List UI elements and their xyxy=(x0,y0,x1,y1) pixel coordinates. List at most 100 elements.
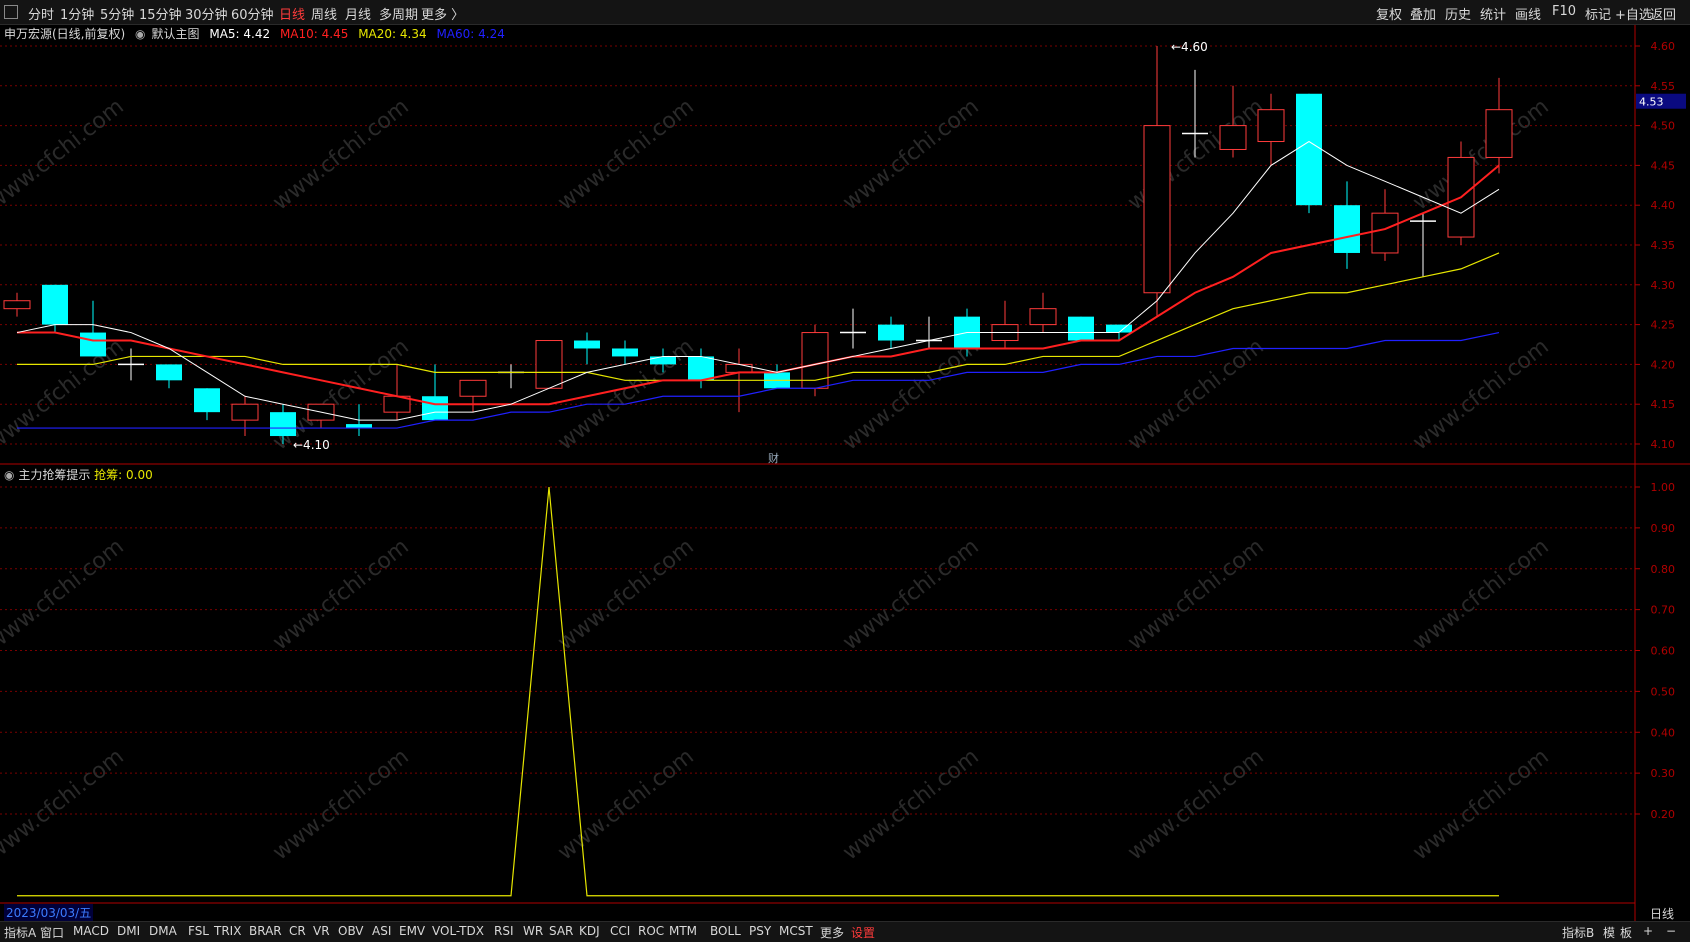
indicator-tick-label: 0.50 xyxy=(1651,685,1676,698)
candle-body xyxy=(3,300,31,310)
watermark: www.cfchi.com xyxy=(0,334,129,455)
indicator-tab-23[interactable]: MCST xyxy=(779,924,813,938)
candle-body xyxy=(612,348,638,357)
indicator-tab-8[interactable]: CR xyxy=(289,924,306,938)
indicator-tick-label: 0.40 xyxy=(1651,726,1676,739)
period-indicator: 日线 xyxy=(1649,907,1674,921)
price-tick-label: 4.25 xyxy=(1651,319,1676,332)
indicator-tab-17[interactable]: KDJ xyxy=(579,924,600,938)
candle-body xyxy=(1334,205,1360,253)
indicator-tab-5[interactable]: FSL xyxy=(188,924,209,938)
price-tick-label: 4.30 xyxy=(1651,279,1676,292)
indicator-tab-11[interactable]: ASI xyxy=(372,924,391,938)
indicator-tab-16[interactable]: SAR xyxy=(549,924,573,938)
indicator-tab-25[interactable]: 设置 xyxy=(851,924,875,941)
price-tick-label: 4.45 xyxy=(1651,159,1676,172)
indicator-tick-label: 0.70 xyxy=(1651,604,1676,617)
indicator-tab-4[interactable]: DMA xyxy=(149,924,177,938)
watermark: www.cfchi.com xyxy=(553,94,698,215)
price-tick-label: 4.35 xyxy=(1651,239,1676,252)
bottom-right-tab-4[interactable]: − xyxy=(1666,924,1676,938)
bottom-right-tab-0[interactable]: 指标B xyxy=(1562,924,1594,941)
indicator-tab-6[interactable]: TRIX xyxy=(214,924,241,938)
bottom-right-tab-3[interactable]: + xyxy=(1643,924,1653,938)
indicator-tab-12[interactable]: EMV xyxy=(399,924,425,938)
candle-body xyxy=(878,324,904,341)
price-tick-label: 4.20 xyxy=(1651,358,1676,371)
candle-body xyxy=(1068,316,1094,341)
indicator-tab-20[interactable]: MTM xyxy=(669,924,697,938)
watermark: www.cfchi.com xyxy=(1408,94,1553,215)
indicator-tab-19[interactable]: ROC xyxy=(638,924,664,938)
watermark: www.cfchi.com xyxy=(1408,534,1553,655)
candle-body xyxy=(688,356,714,381)
indicator-tab-7[interactable]: BRAR xyxy=(249,924,282,938)
candle-body xyxy=(459,379,487,397)
indicator-tab-1[interactable]: 窗口 xyxy=(40,924,64,941)
indicator-tab-24[interactable]: 更多 xyxy=(820,924,844,941)
price-tick-label: 4.55 xyxy=(1651,80,1676,93)
indicator-tab-0[interactable]: 指标A xyxy=(4,924,36,941)
indicator-tab-14[interactable]: RSI xyxy=(494,924,514,938)
indicator-tab-3[interactable]: DMI xyxy=(117,924,140,938)
watermark: www.cfchi.com xyxy=(268,94,413,215)
bottom-toolbar: 指标A 窗口 MACD DMI DMA FSL TRIX BRAR CR VR OBV ASI EMV V… xyxy=(0,921,1690,942)
current-price-label: 4.53 xyxy=(1639,96,1664,109)
ma5-line xyxy=(16,140,1500,421)
bottom-right-tab-2[interactable]: 板 xyxy=(1620,924,1632,941)
price-tick-label: 4.40 xyxy=(1651,199,1676,212)
cursor-date: 2023/03/03/五 xyxy=(4,904,94,921)
candle-body xyxy=(1219,125,1247,150)
bottom-right-tab-1[interactable]: 模 xyxy=(1603,924,1615,941)
ma20-line xyxy=(17,252,1500,381)
chart-svg[interactable]: 4.60 4.55 4.50 4.45 4.40 4.35 4.30 4.25 4.20 4.15… xyxy=(0,0,1690,941)
indicator-tab-22[interactable]: PSY xyxy=(749,924,771,938)
candle-body xyxy=(270,412,296,437)
watermark: www.cfchi.com xyxy=(1123,534,1268,655)
watermark: www.cfchi.com xyxy=(1408,334,1553,455)
candle-body xyxy=(650,356,676,365)
candle-body xyxy=(1257,109,1285,143)
low-annotation: ←4.10 xyxy=(293,438,330,452)
watermark: www.cfchi.com xyxy=(1123,744,1268,865)
candle-body xyxy=(42,284,68,325)
watermark: www.cfchi.com xyxy=(0,744,129,865)
price-tick-label: 4.15 xyxy=(1651,398,1676,411)
price-tick-label: 4.10 xyxy=(1651,438,1676,451)
indicator-tab-13[interactable]: VOL-TDX xyxy=(432,924,484,938)
candle-body xyxy=(156,364,182,381)
candle-body xyxy=(725,363,753,373)
watermark: www.cfchi.com xyxy=(0,94,129,215)
watermark: www.cfchi.com xyxy=(268,744,413,865)
high-annotation: ←4.60 xyxy=(1171,40,1208,54)
indicator-tab-18[interactable]: CCI xyxy=(610,924,630,938)
watermark: www.cfchi.com xyxy=(268,534,413,655)
watermark: www.cfchi.com xyxy=(838,94,983,215)
indicator-tick-label: 0.30 xyxy=(1651,767,1676,780)
indicator-tab-21[interactable]: BOLL xyxy=(710,924,741,938)
candle-body xyxy=(1371,212,1399,254)
indicator-tick-label: 0.90 xyxy=(1651,522,1676,535)
indicator-tick-label: 1.00 xyxy=(1651,481,1676,494)
indicator-tab-2[interactable]: MACD xyxy=(73,924,109,938)
candle-body xyxy=(535,340,563,389)
watermark: www.cfchi.com xyxy=(553,534,698,655)
watermark: www.cfchi.com xyxy=(0,534,129,655)
candle-body xyxy=(1143,125,1171,294)
price-tick-label: 4.50 xyxy=(1651,120,1676,133)
candle-body xyxy=(80,332,106,357)
candle-body xyxy=(1485,109,1513,158)
candle-body xyxy=(1029,308,1057,326)
watermark: www.cfchi.com xyxy=(838,534,983,655)
indicator-tab-15[interactable]: WR xyxy=(523,924,543,938)
indicator-tick-label: 0.20 xyxy=(1651,808,1676,821)
watermark: www.cfchi.com xyxy=(838,744,983,865)
price-tick-label: 4.60 xyxy=(1651,40,1676,53)
indicator-tick-label: 0.80 xyxy=(1651,563,1676,576)
candle-body xyxy=(574,340,600,349)
candle-body xyxy=(194,388,220,413)
candle-body xyxy=(1296,93,1322,206)
candle-body xyxy=(422,396,448,421)
indicator-tab-10[interactable]: OBV xyxy=(338,924,364,938)
indicator-tab-9[interactable]: VR xyxy=(313,924,330,938)
